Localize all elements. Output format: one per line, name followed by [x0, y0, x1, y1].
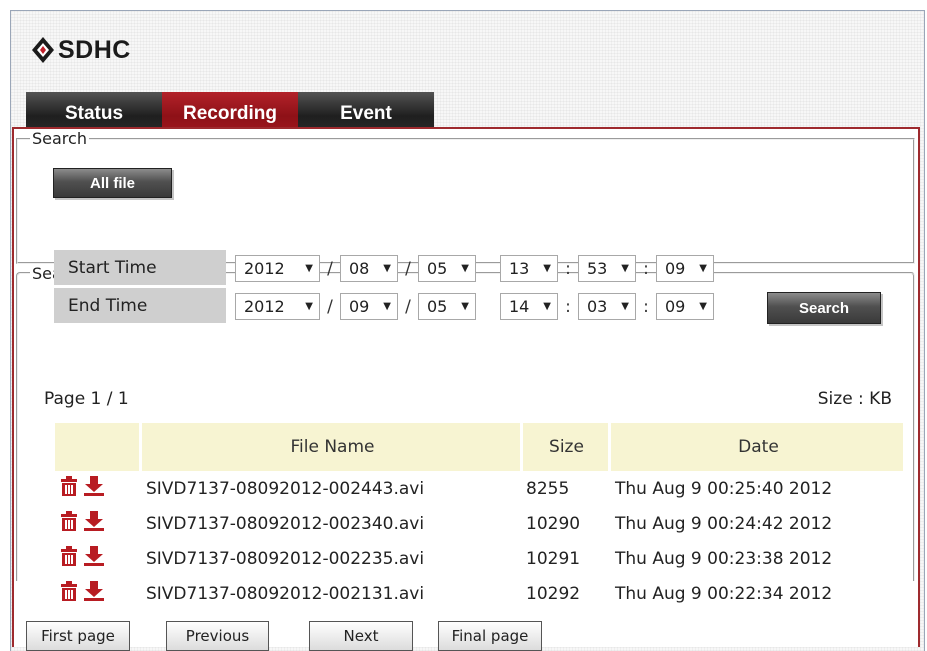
end-hour-value: 14	[509, 297, 530, 316]
dropdown-arrow-icon: ▼	[699, 301, 707, 312]
dropdown-arrow-icon: ▼	[699, 263, 707, 274]
search-legend: Search	[32, 129, 87, 148]
end-month-select[interactable]: 09 ▼	[340, 293, 398, 320]
end-hour-select[interactable]: 14 ▼	[500, 293, 558, 320]
delete-icon[interactable]	[60, 476, 78, 501]
table-header-row: File Name Size Date	[55, 423, 903, 471]
brand-logo: SDHC	[30, 33, 131, 67]
start-month-select[interactable]: 08 ▼	[340, 255, 398, 282]
column-header-file-name: File Name	[142, 423, 520, 471]
start-second-value: 09	[665, 259, 686, 278]
date-separator: /	[327, 296, 333, 317]
file-size-cell: 10290	[526, 513, 581, 534]
date-separator: /	[405, 258, 411, 279]
final-page-button[interactable]: Final page	[438, 621, 542, 651]
end-year-select[interactable]: 2012 ▼	[235, 293, 320, 320]
start-year-select[interactable]: 2012 ▼	[235, 255, 320, 282]
file-date-cell: Thu Aug 9 00:23:38 2012	[615, 548, 833, 569]
time-separator: :	[565, 258, 571, 279]
size-unit-label: Size : KB	[817, 389, 892, 409]
file-size-cell: 10292	[526, 583, 581, 604]
brand-name: SDHC	[58, 35, 131, 64]
start-minute-value: 53	[587, 259, 608, 278]
row-actions	[55, 506, 139, 541]
table-row: SIVD7137-08092012-002340.avi 10290 Thu Aug…	[55, 506, 903, 541]
end-day-select[interactable]: 05 ▼	[418, 293, 476, 320]
all-file-button[interactable]: All file	[53, 168, 172, 198]
start-day-select[interactable]: 05 ▼	[418, 255, 476, 282]
file-size-cell: 10291	[526, 548, 581, 569]
dropdown-arrow-icon: ▼	[621, 301, 629, 312]
dropdown-arrow-icon: ▼	[305, 301, 313, 312]
end-minute-value: 03	[587, 297, 608, 316]
file-name-cell[interactable]: SIVD7137-08092012-002340.avi	[142, 506, 520, 541]
file-name-cell[interactable]: SIVD7137-08092012-002443.avi	[142, 471, 520, 506]
table-row: SIVD7137-08092012-002131.avi 10292 Thu Aug…	[55, 576, 903, 611]
file-date-cell: Thu Aug 9 00:24:42 2012	[615, 513, 833, 534]
search-button[interactable]: Search	[767, 292, 881, 324]
date-separator: /	[327, 258, 333, 279]
file-name-cell[interactable]: SIVD7137-08092012-002235.avi	[142, 541, 520, 576]
start-time-label: Start Time	[54, 250, 226, 287]
start-minute-select[interactable]: 53 ▼	[578, 255, 636, 282]
time-separator: :	[643, 296, 649, 317]
end-minute-select[interactable]: 03 ▼	[578, 293, 636, 320]
end-month-value: 09	[349, 297, 370, 316]
end-second-select[interactable]: 09 ▼	[656, 293, 714, 320]
delete-icon[interactable]	[60, 581, 78, 606]
recording-panel: All file Search Start Time 2012 ▼ / 08 ▼ /…	[12, 127, 920, 651]
start-hour-value: 13	[509, 259, 530, 278]
time-separator: :	[565, 296, 571, 317]
first-page-button[interactable]: First page	[26, 621, 130, 651]
start-second-select[interactable]: 09 ▼	[656, 255, 714, 282]
download-icon[interactable]	[83, 476, 105, 501]
row-actions	[55, 541, 139, 576]
dropdown-arrow-icon: ▼	[305, 263, 313, 274]
previous-page-button[interactable]: Previous	[166, 621, 269, 651]
table-row: SIVD7137-08092012-002443.avi 8255 Thu Aug …	[55, 471, 903, 506]
column-header-date: Date	[611, 423, 903, 471]
row-actions	[55, 471, 139, 506]
download-icon[interactable]	[83, 511, 105, 536]
file-date-cell: Thu Aug 9 00:25:40 2012	[615, 478, 833, 499]
download-icon[interactable]	[83, 546, 105, 571]
results-table: File Name Size Date SIVD7137-08092012-00…	[52, 423, 906, 611]
column-header-actions	[55, 423, 139, 471]
date-separator: /	[405, 296, 411, 317]
next-page-button[interactable]: Next	[309, 621, 413, 651]
start-time-row: Start Time 2012 ▼ / 08 ▼ / 05 ▼ 13 ▼ : 53 ▼ :…	[54, 250, 714, 287]
file-date-cell: Thu Aug 9 00:22:34 2012	[615, 583, 833, 604]
file-name-cell[interactable]: SIVD7137-08092012-002131.avi	[142, 576, 520, 611]
end-time-row: End Time 2012 ▼ / 09 ▼ / 05 ▼ 14 ▼ : 03 ▼ : 0…	[54, 288, 714, 325]
row-actions	[55, 576, 139, 611]
delete-icon[interactable]	[60, 511, 78, 536]
column-header-size: Size	[523, 423, 608, 471]
end-time-label: End Time	[54, 288, 226, 325]
start-day-value: 05	[427, 259, 448, 278]
start-month-value: 08	[349, 259, 370, 278]
file-size-cell: 8255	[526, 478, 570, 499]
download-icon[interactable]	[83, 581, 105, 606]
dropdown-arrow-icon: ▼	[461, 263, 469, 274]
end-year-value: 2012	[244, 297, 285, 316]
table-row: SIVD7137-08092012-002235.avi 10291 Thu Aug…	[55, 541, 903, 576]
delete-icon[interactable]	[60, 546, 78, 571]
dropdown-arrow-icon: ▼	[543, 263, 551, 274]
end-second-value: 09	[665, 297, 686, 316]
dropdown-arrow-icon: ▼	[383, 263, 391, 274]
dropdown-arrow-icon: ▼	[461, 301, 469, 312]
end-day-value: 05	[427, 297, 448, 316]
logo-icon	[32, 37, 54, 63]
dropdown-arrow-icon: ▼	[621, 263, 629, 274]
dropdown-arrow-icon: ▼	[543, 301, 551, 312]
start-year-value: 2012	[244, 259, 285, 278]
dropdown-arrow-icon: ▼	[383, 301, 391, 312]
page-indicator: Page 1 / 1	[44, 389, 129, 409]
time-separator: :	[643, 258, 649, 279]
start-hour-select[interactable]: 13 ▼	[500, 255, 558, 282]
